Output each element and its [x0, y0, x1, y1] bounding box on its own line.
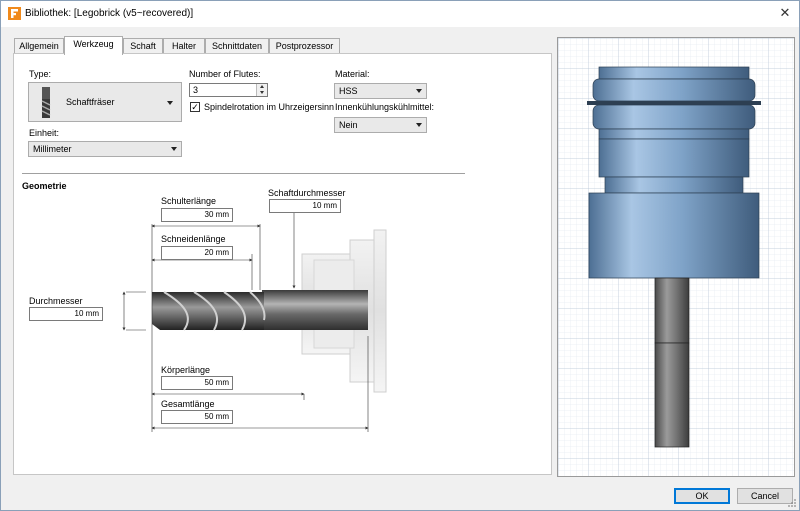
gesamtlaenge-label: Gesamtlänge: [161, 399, 215, 409]
durchmesser-field[interactable]: 10 mm: [29, 307, 103, 321]
schneidenlaenge-field[interactable]: 20 mm: [161, 246, 233, 260]
tool-preview-render: [558, 38, 794, 476]
geometry-heading: Geometrie: [22, 181, 67, 191]
tab-schnittdaten[interactable]: Schnittdaten: [205, 38, 269, 54]
gesamtlaenge-field[interactable]: 50 mm: [161, 410, 233, 424]
close-button[interactable]: ✕: [775, 4, 795, 22]
dialog-window: Bibliothek: [Legobrick (v5~recovered)] ✕…: [0, 0, 800, 511]
tab-schaft[interactable]: Schaft: [123, 38, 163, 54]
koerperlaenge-label: Körperlänge: [161, 365, 211, 375]
schulterlaenge-field[interactable]: 30 mm: [161, 208, 233, 222]
cancel-button[interactable]: Cancel: [737, 488, 793, 504]
tab-werkzeug[interactable]: Werkzeug: [64, 36, 123, 55]
resize-grip-icon[interactable]: [787, 498, 797, 508]
werkzeug-panel: Type: Schaftfräser Einheit: Millimeter N…: [13, 53, 552, 475]
endmill-drawing: [152, 290, 368, 331]
koerperlaenge-field[interactable]: 50 mm: [161, 376, 233, 390]
tab-postprozessor[interactable]: Postprozessor: [269, 38, 340, 54]
tool-3d-preview[interactable]: [557, 37, 795, 477]
schaftdurchmesser-label: Schaftdurchmesser: [268, 188, 346, 198]
title-bar: Bibliothek: [Legobrick (v5~recovered)] ✕: [1, 1, 799, 27]
schaftdurchmesser-field[interactable]: 10 mm: [269, 199, 341, 213]
window-title: Bibliothek: [Legobrick (v5~recovered)]: [25, 8, 194, 19]
durchmesser-label: Durchmesser: [29, 296, 83, 306]
schneidenlaenge-label: Schneidenlänge: [161, 234, 226, 244]
tool-geometry-diagram: [122, 212, 387, 432]
ok-button[interactable]: OK: [674, 488, 730, 504]
schulterlaenge-label: Schulterlänge: [161, 196, 217, 206]
tab-allgemein[interactable]: Allgemein: [14, 38, 64, 54]
fusion-logo-icon: [8, 7, 21, 20]
tab-halter[interactable]: Halter: [163, 38, 205, 54]
